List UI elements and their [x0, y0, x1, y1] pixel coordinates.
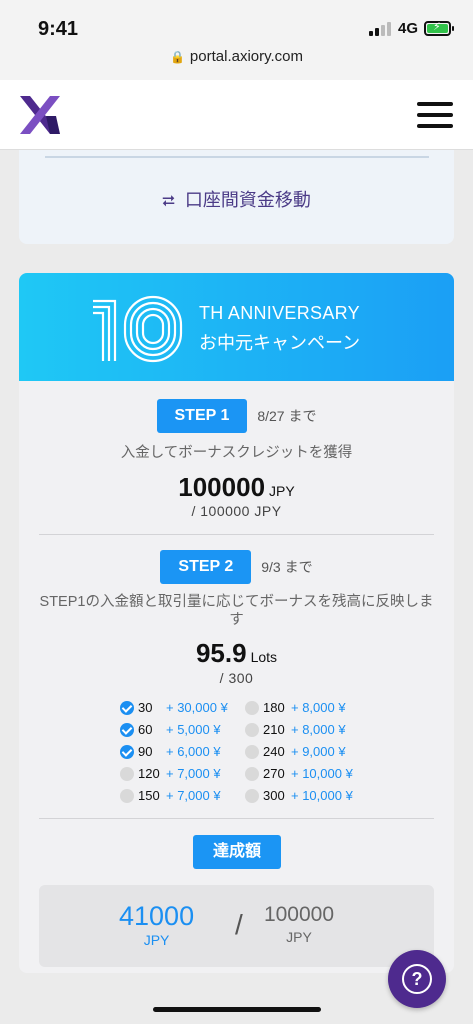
unchecked-icon: [245, 744, 259, 759]
unchecked-icon: [245, 722, 259, 737]
unchecked-icon: [245, 700, 259, 715]
banner-title: TH ANNIVERSARY: [199, 303, 360, 323]
separator: /: [235, 909, 243, 940]
step1-description: 入金してボーナスクレジットを獲得: [120, 445, 353, 461]
step1-header: STEP 1 8/27 まで: [19, 399, 454, 433]
fund-transfer-link[interactable]: ⮂ 口座間資金移動: [19, 186, 454, 212]
max-amount: 100000 JPY: [259, 903, 339, 945]
step2-unit: Lots: [250, 649, 278, 665]
tier-item: 240 + 9,000 ¥: [245, 743, 346, 763]
app-header: [0, 80, 473, 150]
unchecked-icon: [120, 766, 134, 781]
check-icon: [120, 722, 134, 737]
unchecked-icon: [120, 788, 134, 803]
url-text: portal.axiory.com: [189, 48, 304, 65]
app-screen: 9:41 4G 🔒 portal.axiory.com ⮂ 口座間資金移動: [0, 0, 473, 1024]
achievement-button[interactable]: 達成額: [193, 835, 281, 869]
tier-item: 210 + 8,000 ¥: [245, 721, 346, 741]
divider: [39, 818, 434, 819]
step2-value: 95.9 Lots: [19, 638, 454, 669]
tier-item: 270 + 10,000 ¥: [245, 765, 353, 785]
step2-header: STEP 2 9/3 まで: [19, 550, 454, 584]
divider: [45, 156, 429, 158]
anniversary-number-graphic: 10: [89, 293, 183, 363]
divider: [39, 534, 434, 535]
max-unit: JPY: [286, 929, 312, 945]
max-value: 100000: [263, 903, 335, 926]
banner-subtitle: お中元キャンペーン: [199, 333, 361, 353]
axiory-logo-icon[interactable]: [20, 96, 60, 134]
lock-icon: 🔒: [169, 50, 185, 64]
campaign-card: 10 TH ANNIVERSARY お中元キャンペーン STEP 1 8/27 ま…: [19, 273, 454, 973]
achieved-unit: JPY: [143, 932, 170, 948]
achievement-box: 41000 JPY / 100000 JPY: [39, 885, 434, 967]
anniversary-banner: 10 TH ANNIVERSARY お中元キャンペーン: [19, 273, 454, 381]
step1-value: 100000 JPY: [19, 472, 454, 503]
step1-deadline: 8/27 まで: [257, 408, 317, 424]
step1-target: / 100000 JPY: [191, 503, 282, 519]
battery-icon: [424, 20, 454, 36]
unchecked-icon: [245, 788, 259, 803]
step2-button[interactable]: STEP 2: [160, 550, 252, 584]
help-button[interactable]: ?: [388, 950, 446, 1008]
transfer-arrows-icon: ⮂: [162, 193, 175, 210]
signal-icon: [369, 22, 391, 36]
achieved-value: 41000: [119, 901, 195, 931]
tier-item: 30 + 30,000 ¥: [120, 699, 228, 719]
check-icon: [120, 700, 134, 715]
step2-deadline: 9/3 まで: [261, 559, 313, 575]
unchecked-icon: [245, 766, 259, 781]
status-bar: 9:41 4G 🔒 portal.axiory.com: [0, 0, 473, 80]
clock: 9:41: [38, 18, 79, 40]
step2-lots: 95.9: [195, 638, 247, 668]
tier-item: 90 + 6,000 ¥: [120, 743, 221, 763]
question-icon: ?: [402, 964, 432, 994]
svg-text:10: 10: [89, 293, 91, 294]
tier-item: 180 + 8,000 ¥: [245, 699, 346, 719]
step2-target: / 300: [219, 670, 254, 686]
check-icon: [120, 744, 134, 759]
network-label: 4G: [398, 20, 419, 37]
home-indicator: [153, 1007, 321, 1012]
step2-description: STEP1の入金額と取引量に応じてボーナスを残高に反映します: [39, 594, 434, 628]
achieved-amount: 41000 JPY: [119, 901, 194, 948]
tier-item: 60 + 5,000 ¥: [120, 721, 221, 741]
tier-item: 120 + 7,000 ¥: [120, 765, 221, 785]
hamburger-menu-icon[interactable]: [417, 100, 453, 130]
step1-amount: 100000: [178, 472, 266, 502]
tier-item: 300 + 10,000 ¥: [245, 787, 353, 807]
tier-item: 150 + 7,000 ¥: [120, 787, 221, 807]
fund-transfer-label: 口座間資金移動: [184, 190, 311, 210]
step1-unit: JPY: [269, 483, 295, 499]
step1-button[interactable]: STEP 1: [156, 399, 248, 433]
url-bar[interactable]: 🔒 portal.axiory.com: [0, 48, 473, 65]
transfer-card: ⮂ 口座間資金移動: [19, 150, 454, 244]
